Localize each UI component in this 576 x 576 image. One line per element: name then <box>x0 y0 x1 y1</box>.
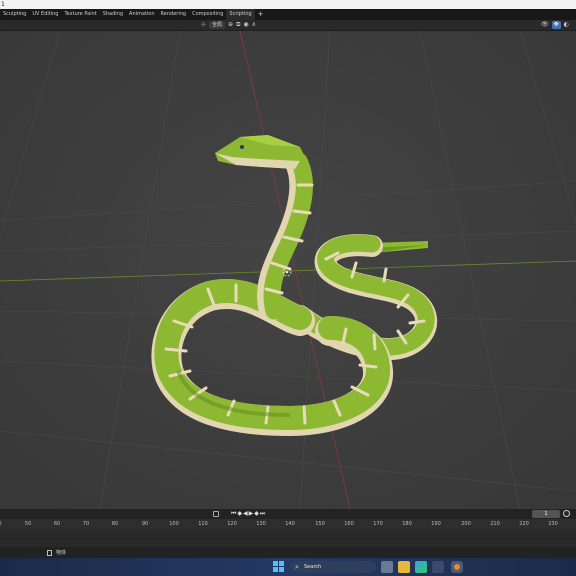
add-workspace-button[interactable]: + <box>255 9 267 20</box>
os-taskbar: ⌕ Search <box>0 558 576 576</box>
visibility-icon[interactable]: 👁 <box>541 21 549 29</box>
tab-texture-paint[interactable]: Texture Paint <box>61 9 99 20</box>
window-title: 1 <box>1 1 5 8</box>
windows-start-icon[interactable] <box>273 561 284 573</box>
gizmo-icon[interactable]: ✥ <box>551 21 561 29</box>
ruler-tick: 170 <box>373 521 383 527</box>
next-keyframe-icon[interactable]: ◆ <box>254 509 259 519</box>
ruler-tick: 190 <box>431 521 441 527</box>
ruler-tick: 140 <box>285 521 295 527</box>
jump-end-icon[interactable]: ⏭ <box>260 509 265 519</box>
ruler-tick: 60 <box>53 521 61 527</box>
overlay-icon[interactable]: ◐ <box>564 21 569 29</box>
object-mode-icon <box>47 550 52 556</box>
snap-icon[interactable]: ⧉ <box>236 21 240 29</box>
tab-uv-editing[interactable]: UV Editing <box>29 9 61 20</box>
tab-rendering[interactable]: Rendering <box>158 9 190 20</box>
tab-scripting[interactable]: Scripting <box>226 9 255 20</box>
status-text: 物体 <box>56 550 67 556</box>
tab-compositing[interactable]: Compositing <box>189 9 226 20</box>
tab-shading[interactable]: Shading <box>100 9 126 20</box>
play-reverse-icon[interactable]: ◀ <box>243 509 248 519</box>
search-label: Search <box>304 564 322 570</box>
blender-icon[interactable] <box>451 561 463 573</box>
status-bar: 物体 <box>0 548 576 558</box>
workspace-bar: Sculpting UV Editing Texture Paint Shadi… <box>0 9 576 20</box>
ruler-tick: 220 <box>519 521 529 527</box>
ruler-tick: 80 <box>111 521 119 527</box>
frame-ruler[interactable]: 0 50 60 70 80 90 100 110 120 130 140 150… <box>0 519 576 529</box>
transform-orientation-select[interactable]: 全局 <box>209 21 226 29</box>
ruler-tick: 70 <box>82 521 90 527</box>
taskbar-search-box[interactable]: ⌕ Search <box>290 561 376 573</box>
keyframe-icon[interactable] <box>213 511 219 517</box>
search-icon: ⌕ <box>295 563 299 571</box>
ruler-tick: 90 <box>141 521 149 527</box>
ruler-tick: 120 <box>227 521 237 527</box>
tab-sculpting[interactable]: Sculpting <box>0 9 29 20</box>
transform-orientation-icon[interactable]: ⊹ <box>201 21 206 29</box>
ruler-tick: 160 <box>344 521 354 527</box>
ruler-tick: 150 <box>315 521 325 527</box>
viewport-header: ⊹ 全局 ⊕ ⧉ ◉ ∧ 👁 ✥ ◐ <box>0 20 576 31</box>
pivot-icon[interactable]: ⊕ <box>228 21 233 29</box>
edge-icon[interactable] <box>415 561 427 573</box>
ruler-tick: 180 <box>402 521 412 527</box>
store-icon[interactable] <box>432 561 444 573</box>
3d-viewport[interactable] <box>0 30 576 510</box>
file-explorer-icon[interactable] <box>398 561 410 573</box>
viewport-canvas <box>0 30 576 510</box>
ruler-tick: 110 <box>198 521 208 527</box>
falloff-icon[interactable]: ∧ <box>252 21 256 29</box>
clock-icon[interactable] <box>563 510 570 517</box>
ruler-tick: 230 <box>548 521 558 527</box>
ruler-tick: 130 <box>256 521 266 527</box>
proportional-edit-icon[interactable]: ◉ <box>243 21 248 29</box>
current-frame-field[interactable]: 1 <box>532 510 560 518</box>
ruler-tick: 100 <box>169 521 179 527</box>
ruler-tick: 50 <box>24 521 32 527</box>
jump-start-icon[interactable]: ⏮ <box>231 509 236 519</box>
window-titlebar: 1 <box>0 0 576 9</box>
tab-animation[interactable]: Animation <box>126 9 158 20</box>
play-icon[interactable]: ▶ <box>249 509 254 519</box>
task-view-icon[interactable] <box>381 561 393 573</box>
playback-controls: ⏮ ◆ ◀ ▶ ◆ ⏭ 1 <box>0 509 576 519</box>
prev-keyframe-icon[interactable]: ◆ <box>237 509 242 519</box>
ruler-tick: 0 <box>0 519 2 529</box>
ruler-tick: 200 <box>461 521 471 527</box>
ruler-tick: 210 <box>490 521 500 527</box>
